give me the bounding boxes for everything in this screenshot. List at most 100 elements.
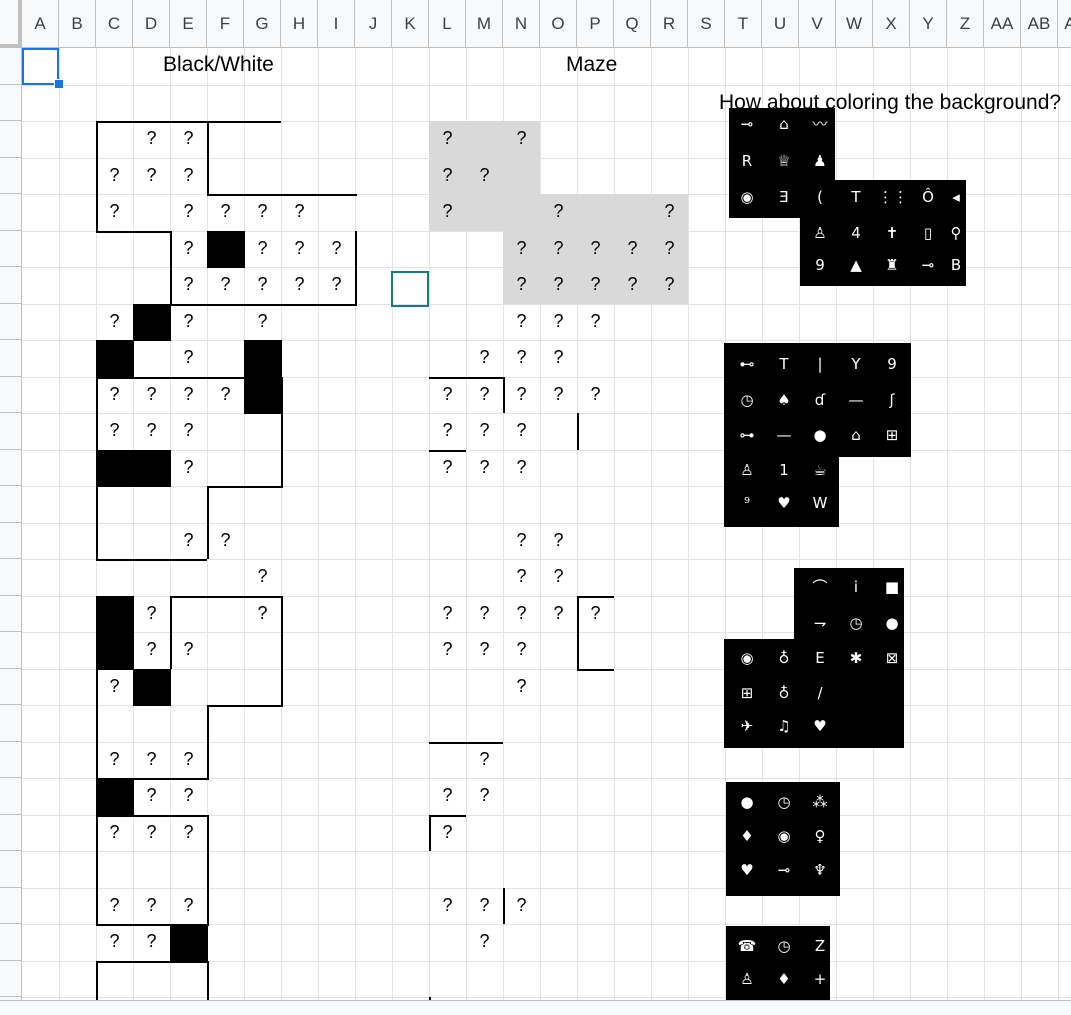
row-header[interactable] — [0, 887, 22, 924]
puzzle-border — [96, 668, 98, 778]
column-header-x[interactable]: X — [873, 0, 910, 48]
pictogram-icon: ♥ — [813, 717, 827, 735]
bw-question-mark: ? — [183, 456, 194, 477]
column-header-g[interactable]: G — [244, 0, 281, 48]
puzzle-border — [96, 559, 207, 561]
column-header-aa[interactable]: AA — [984, 0, 1021, 48]
column-header-h[interactable]: H — [281, 0, 318, 48]
spreadsheet[interactable]: ABCDEFGHIJKLMNOPQRSTUVWXYZAAABAC ???????… — [0, 0, 1071, 1015]
pictogram-icon: T — [851, 188, 861, 206]
pictogram-icon: — — [848, 391, 864, 409]
column-header-b[interactable]: B — [59, 0, 96, 48]
column-header-q[interactable]: Q — [614, 0, 651, 48]
fill-handle[interactable] — [54, 79, 64, 89]
row-header[interactable] — [0, 449, 22, 486]
column-header-p[interactable]: P — [577, 0, 614, 48]
row-header[interactable] — [0, 851, 22, 888]
row-header[interactable] — [0, 267, 22, 304]
maze-question-mark: ? — [664, 274, 675, 294]
maze-question-mark: ? — [442, 894, 453, 915]
row-header[interactable] — [0, 522, 22, 559]
row-header[interactable] — [0, 340, 22, 377]
column-header-n[interactable]: N — [503, 0, 540, 48]
horizontal-scrollbar-area[interactable] — [0, 1000, 1071, 1015]
column-header-c[interactable]: C — [96, 0, 133, 48]
row-header[interactable] — [0, 486, 22, 523]
pictogram-icon: ♕ — [777, 152, 791, 170]
maze-shaded-cell — [614, 194, 651, 231]
maze-question-mark: ? — [442, 785, 453, 805]
row-header[interactable] — [0, 960, 22, 997]
maze-question-mark: ? — [590, 274, 601, 294]
maze-question-mark: ? — [590, 310, 601, 331]
pictogram-icon: ♟ — [813, 152, 827, 170]
column-header-v[interactable]: V — [799, 0, 836, 48]
column-header-r[interactable]: R — [651, 0, 688, 48]
row-header[interactable] — [0, 668, 22, 705]
row-header[interactable] — [0, 559, 22, 596]
puzzle-border — [207, 705, 283, 707]
row-header[interactable] — [0, 413, 22, 450]
column-header-s[interactable]: S — [688, 0, 725, 48]
row-header[interactable] — [0, 48, 22, 85]
row-header[interactable] — [0, 157, 22, 194]
row-header[interactable] — [0, 194, 22, 231]
row-header[interactable] — [0, 84, 22, 121]
column-header-o[interactable]: O — [540, 0, 577, 48]
bw-question-mark: ? — [331, 274, 342, 294]
pictogram-icon: Z — [814, 937, 826, 955]
column-header-w[interactable]: W — [836, 0, 873, 48]
column-header-e[interactable]: E — [170, 0, 207, 48]
column-header-u[interactable]: U — [762, 0, 799, 48]
pictogram-icon: ɗ — [814, 391, 826, 409]
column-header-t[interactable]: T — [725, 0, 762, 48]
column-header-d[interactable]: D — [133, 0, 170, 48]
puzzle-border — [96, 924, 209, 926]
column-header-k[interactable]: K — [392, 0, 429, 48]
row-header[interactable] — [0, 778, 22, 815]
column-header-j[interactable]: J — [355, 0, 392, 48]
grid-row-line — [22, 413, 1071, 414]
row-header[interactable] — [0, 376, 22, 413]
row-header[interactable] — [0, 924, 22, 961]
maze-question-mark: ? — [627, 237, 638, 258]
grid-row-line — [22, 522, 1071, 524]
row-header[interactable] — [0, 632, 22, 669]
row-header[interactable] — [0, 741, 22, 778]
bw-question-mark: ? — [109, 164, 120, 185]
row-header[interactable] — [0, 814, 22, 851]
maze-question-mark: ? — [553, 529, 564, 550]
pictogram-icon: 〰 — [812, 115, 828, 133]
column-header-f[interactable]: F — [207, 0, 244, 48]
maze-question-mark: ? — [479, 748, 490, 769]
column-header-a[interactable]: A — [22, 0, 59, 48]
column-header-z[interactable]: Z — [947, 0, 984, 48]
bw-question-mark: ? — [183, 529, 194, 550]
highlighted-cell-k6[interactable] — [391, 271, 429, 307]
row-header[interactable] — [0, 705, 22, 742]
pictogram-icon: — — [776, 426, 792, 444]
pictogram-icon: ● — [885, 614, 899, 632]
row-header[interactable] — [0, 121, 22, 158]
pictogram-icon: ⊸ — [777, 861, 791, 879]
puzzle-border — [207, 705, 209, 778]
column-header-i[interactable]: I — [318, 0, 355, 48]
pictogram-icon: | — [817, 355, 823, 373]
column-header-y[interactable]: Y — [910, 0, 947, 48]
bw-question-mark: ? — [183, 164, 194, 185]
pictogram-icon: ⊸ — [921, 256, 935, 274]
row-header[interactable] — [0, 595, 22, 632]
column-header-ac[interactable]: AC — [1058, 0, 1071, 48]
column-header-l[interactable]: L — [429, 0, 466, 48]
pictogram-icon: ⋮⋮ — [878, 188, 908, 206]
puzzle-border — [281, 595, 283, 705]
column-header-m[interactable]: M — [466, 0, 503, 48]
pictogram-icon: ♠ — [777, 391, 791, 409]
pictogram-icon: ♥ — [777, 494, 791, 512]
row-header[interactable] — [0, 303, 22, 340]
pictogram-icon: ☎ — [737, 937, 757, 955]
row-header[interactable] — [0, 230, 22, 267]
column-header-ab[interactable]: AB — [1021, 0, 1058, 48]
pictogram-icon: ⁹ — [743, 494, 750, 512]
select-all-corner[interactable] — [0, 0, 22, 48]
